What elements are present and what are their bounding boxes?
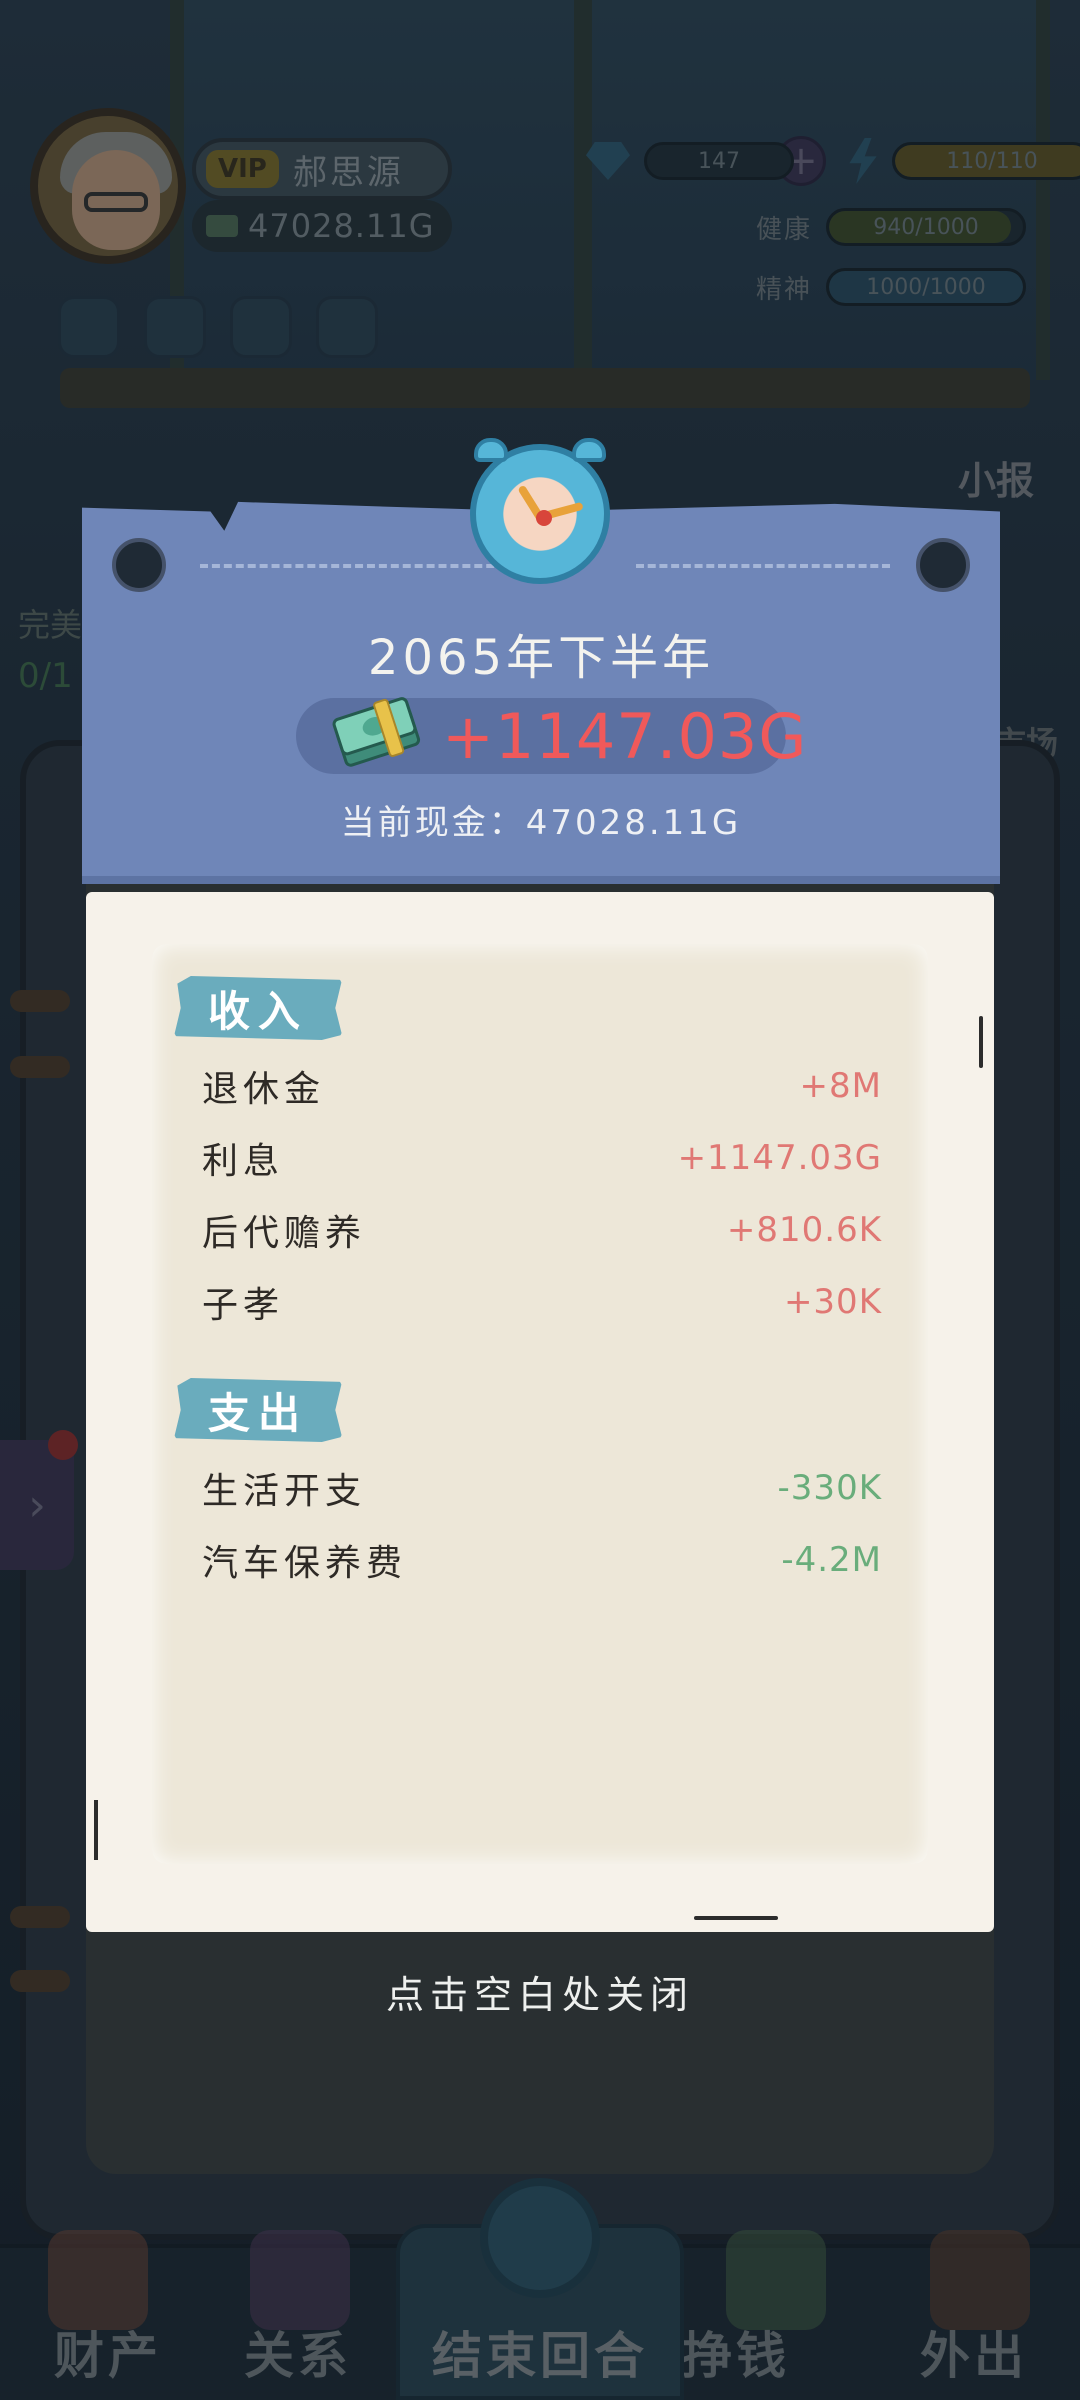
income-value: +1147.03G xyxy=(677,1138,882,1178)
alarm-clock-icon xyxy=(470,438,610,584)
period-gain: +1147.03G xyxy=(442,700,808,773)
tap-to-close-hint[interactable]: 点击空白处关闭 xyxy=(0,1964,1080,2019)
scroll-indicator xyxy=(94,1800,98,1860)
income-label: 子孝 xyxy=(202,1285,285,1326)
current-cash: 当前现金：47028.11G xyxy=(340,803,742,843)
expense-section-tag: 支出 xyxy=(174,1378,342,1442)
money-stack-icon xyxy=(332,697,421,767)
income-row: 子孝 +30K xyxy=(202,1272,882,1332)
dashed-line xyxy=(636,564,890,568)
vertical-scrollbar[interactable] xyxy=(979,1016,983,1068)
clock-center xyxy=(536,510,552,526)
income-value: +8M xyxy=(799,1066,882,1106)
income-row: 退休金 +8M xyxy=(202,1056,882,1116)
pin-hole xyxy=(112,538,166,592)
period-title: 2065年下半年 xyxy=(367,630,715,686)
horizontal-scrollbar[interactable] xyxy=(694,1916,778,1920)
expense-value: -330K xyxy=(777,1468,882,1508)
ledger-panel: 收入 退休金 +8M 利息 +1147.03G 后代赡养 +810.6K 子孝 … xyxy=(86,892,994,1932)
dashed-line xyxy=(200,564,530,568)
clock-bell xyxy=(572,438,606,462)
income-value: +810.6K xyxy=(726,1210,882,1250)
income-value: +30K xyxy=(783,1282,882,1322)
expense-value: -4.2M xyxy=(781,1540,882,1580)
income-row: 后代赡养 +810.6K xyxy=(202,1200,882,1260)
income-row: 利息 +1147.03G xyxy=(202,1128,882,1188)
expense-label: 汽车保养费 xyxy=(202,1543,408,1584)
expense-row: 生活开支 -330K xyxy=(202,1458,882,1518)
clock-bell xyxy=(474,438,508,462)
income-label: 退休金 xyxy=(202,1069,326,1110)
pin-hole xyxy=(916,538,970,592)
income-label: 后代赡养 xyxy=(202,1213,367,1254)
income-section-tag: 收入 xyxy=(174,976,342,1040)
expense-row: 汽车保养费 -4.2M xyxy=(202,1530,882,1590)
expense-label: 生活开支 xyxy=(202,1471,367,1512)
income-label: 利息 xyxy=(202,1141,285,1182)
